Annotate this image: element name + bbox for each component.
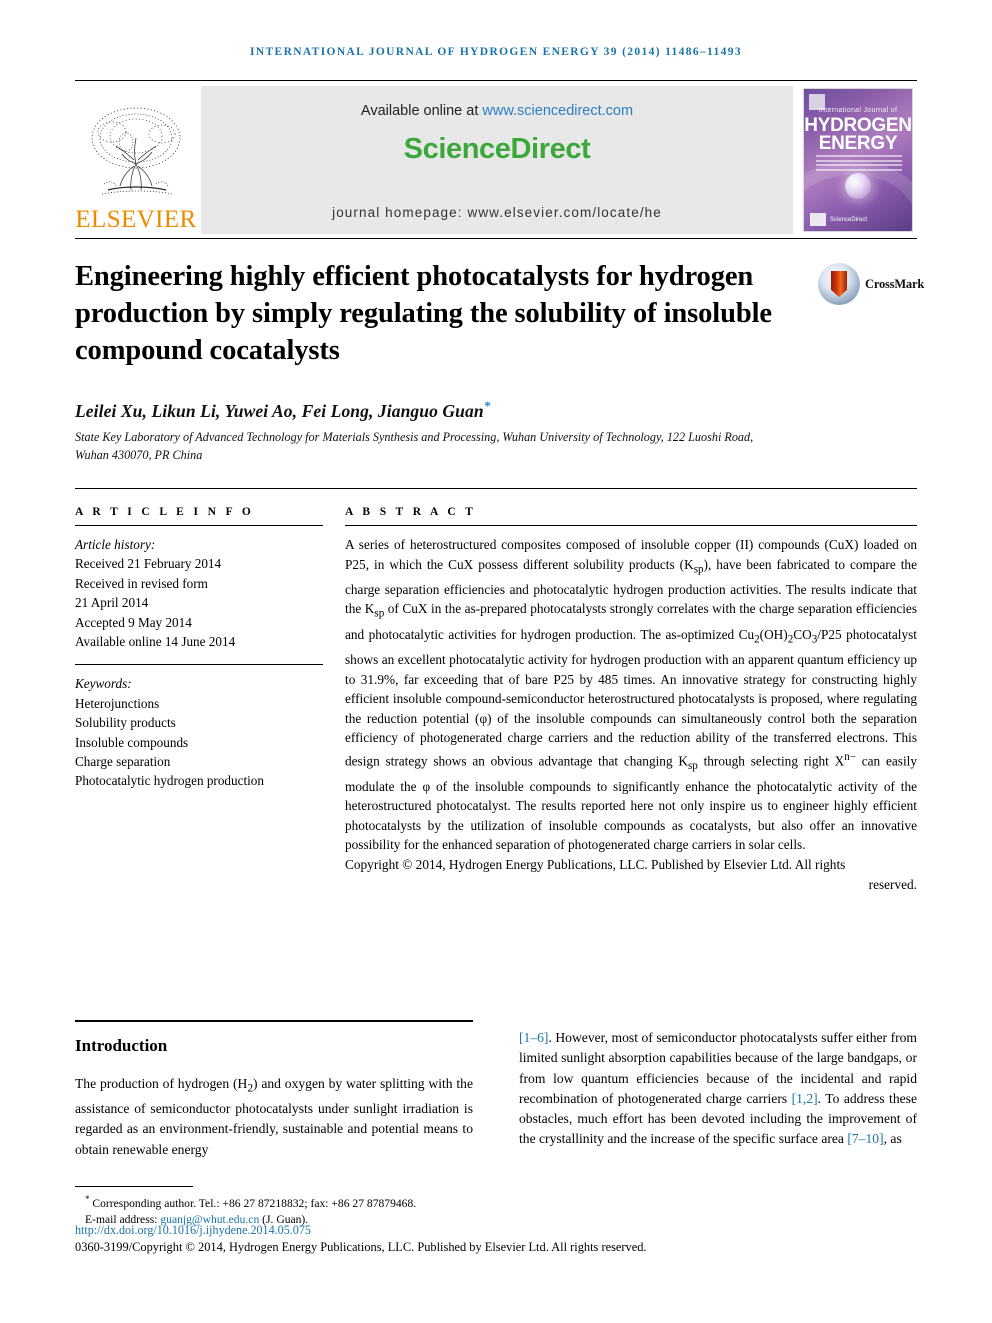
article-history-label: Article history:	[75, 537, 156, 552]
citation-link[interactable]: [7–10]	[847, 1131, 883, 1146]
elsevier-wordmark: ELSEVIER	[75, 206, 197, 233]
footnote-rule	[75, 1186, 193, 1187]
author-names: Leilei Xu, Likun Li, Yuwei Ao, Fei Long,…	[75, 400, 484, 421]
elsevier-tree-icon	[91, 107, 181, 195]
article-info-column: A R T I C L E I N F O Article history: R…	[75, 506, 323, 894]
history-item: Received 21 February 2014	[75, 556, 222, 572]
crossmark-badge[interactable]: CrossMark	[818, 263, 924, 305]
history-item: Received in revised form	[75, 575, 208, 591]
footnote-star-icon: *	[85, 1194, 90, 1204]
column-gutter	[323, 506, 345, 894]
journal-cover-image: International Journal of HYDROGEN ENERGY…	[803, 88, 913, 232]
body-gutter	[473, 1028, 519, 1160]
info-abstract-columns: A R T I C L E I N F O Article history: R…	[75, 506, 917, 894]
header-divider	[75, 80, 917, 81]
cover-footer-mark	[810, 213, 826, 226]
abstract-heading: A B S T R A C T	[345, 506, 477, 518]
body-column-right: [1–6]. However, most of semiconductor ph…	[519, 1028, 917, 1160]
history-item: Available online 14 June 2014	[75, 634, 236, 650]
crossmark-icon	[818, 263, 860, 305]
abstract-copyright-tail: reserved.	[868, 876, 917, 892]
keyword-item: Charge separation	[75, 754, 171, 770]
author-list: Leilei Xu, Likun Li, Yuwei Ao, Fei Long,…	[75, 398, 845, 422]
keywords-rule	[75, 664, 323, 666]
running-head-text: International Journal of Hydrogen Energy…	[250, 46, 742, 58]
sciencedirect-link[interactable]: www.sciencedirect.com	[482, 103, 633, 119]
cover-sciencedirect-label: ScienceDirect	[830, 216, 868, 223]
sciencedirect-logo[interactable]: ScienceDirect	[404, 133, 591, 166]
body-columns: Introduction The production of hydrogen …	[75, 1028, 917, 1160]
elsevier-logo: ELSEVIER	[75, 86, 197, 234]
crossmark-label: CrossMark	[865, 276, 925, 291]
keyword-item: Solubility products	[75, 715, 176, 731]
introduction-paragraph-left: The production of hydrogen (H2) and oxyg…	[75, 1076, 473, 1157]
keyword-item: Insoluble compounds	[75, 734, 189, 750]
journal-cover: International Journal of HYDROGEN ENERGY…	[799, 86, 917, 234]
page-title-area: Engineering highly efficient photocataly…	[75, 258, 815, 369]
journal-homepage-line[interactable]: journal homepage: www.elsevier.com/locat…	[201, 205, 793, 220]
keyword-item: Photocatalytic hydrogen production	[75, 773, 264, 789]
history-item: 21 April 2014	[75, 595, 149, 611]
page-title: Engineering highly efficient photocataly…	[75, 261, 772, 366]
issn-copyright-line: 0360-3199/Copyright © 2014, Hydrogen Ene…	[75, 1240, 647, 1254]
article-first-page: International Journal of Hydrogen Energy…	[0, 0, 992, 1323]
journal-masthead: ELSEVIER Available online at www.science…	[75, 86, 917, 234]
available-online-label: Available online at	[360, 103, 483, 119]
keywords-label: Keywords:	[75, 676, 132, 692]
running-head: International Journal of Hydrogen Energy…	[75, 42, 917, 60]
article-info-rule	[75, 525, 323, 526]
introduction-heading: Introduction	[75, 1036, 168, 1055]
citation-link[interactable]: [1–6]	[519, 1030, 548, 1045]
history-item: Accepted 9 May 2014	[75, 614, 192, 630]
article-info-heading: A R T I C L E I N F O	[75, 506, 255, 518]
citation-link[interactable]: [1,2]	[792, 1091, 818, 1106]
introduction-rule	[75, 1020, 473, 1022]
keyword-item: Heterojunctions	[75, 695, 160, 711]
abstract-rule	[345, 525, 917, 526]
keywords-block: Keywords: Heterojunctions Solubility pro…	[75, 674, 323, 790]
cover-footer: ScienceDirect	[810, 213, 867, 226]
available-online-line: Available online at www.sciencedirect.co…	[361, 103, 633, 119]
abstract-column: A B S T R A C T A series of heterostruct…	[345, 506, 917, 894]
corresponding-author-text: Corresponding author. Tel.: +86 27 87218…	[92, 1196, 417, 1210]
article-history-block: Article history: Received 21 February 20…	[75, 535, 323, 651]
affiliation: State Key Laboratory of Advanced Technol…	[75, 430, 754, 462]
masthead-divider	[75, 238, 917, 239]
doi-link[interactable]: http://dx.doi.org/10.1016/j.ijhydene.201…	[75, 1223, 311, 1238]
abstract-copyright: Copyright © 2014, Hydrogen Energy Public…	[345, 856, 846, 872]
introduction-paragraph-right: [1–6]. However, most of semiconductor ph…	[519, 1030, 917, 1147]
info-divider	[75, 488, 917, 489]
body-column-left: Introduction The production of hydrogen …	[75, 1028, 473, 1160]
cover-orb-decoration	[845, 173, 871, 199]
cover-line-3: ENERGY	[818, 133, 898, 154]
cover-line-1: International Journal of	[818, 107, 898, 114]
corresponding-author-note: * Corresponding author. Tel.: +86 27 872…	[75, 1191, 775, 1212]
sciencedirect-banner: Available online at www.sciencedirect.co…	[201, 86, 793, 234]
abstract-body: A series of heterostructured composites …	[345, 537, 918, 853]
corresponding-author-marker: *	[483, 398, 491, 413]
